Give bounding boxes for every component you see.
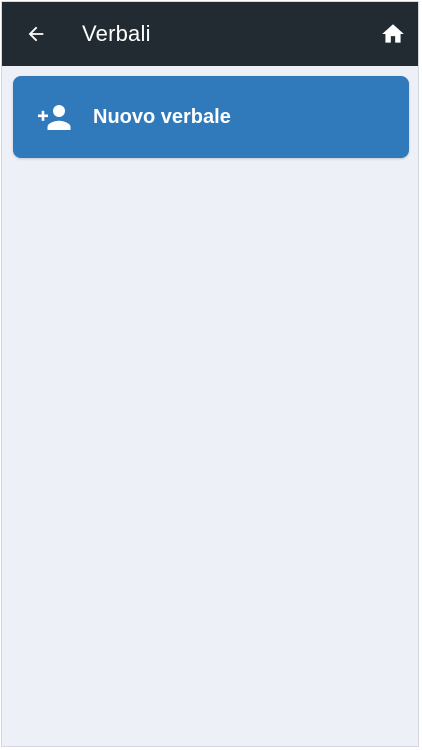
back-button[interactable] <box>22 20 50 48</box>
arrow-left-icon <box>28 26 44 42</box>
new-verbale-button[interactable]: Nuovo verbale <box>13 76 409 158</box>
home-button[interactable] <box>378 19 408 49</box>
new-verbale-label: Nuovo verbale <box>93 105 231 128</box>
home-icon <box>382 24 404 43</box>
top-app-bar: Verbali <box>2 2 418 66</box>
person-add-icon <box>37 102 71 132</box>
app-screen: Verbali Nuovo verbale <box>1 1 419 747</box>
page-title: Verbali <box>82 21 151 46</box>
